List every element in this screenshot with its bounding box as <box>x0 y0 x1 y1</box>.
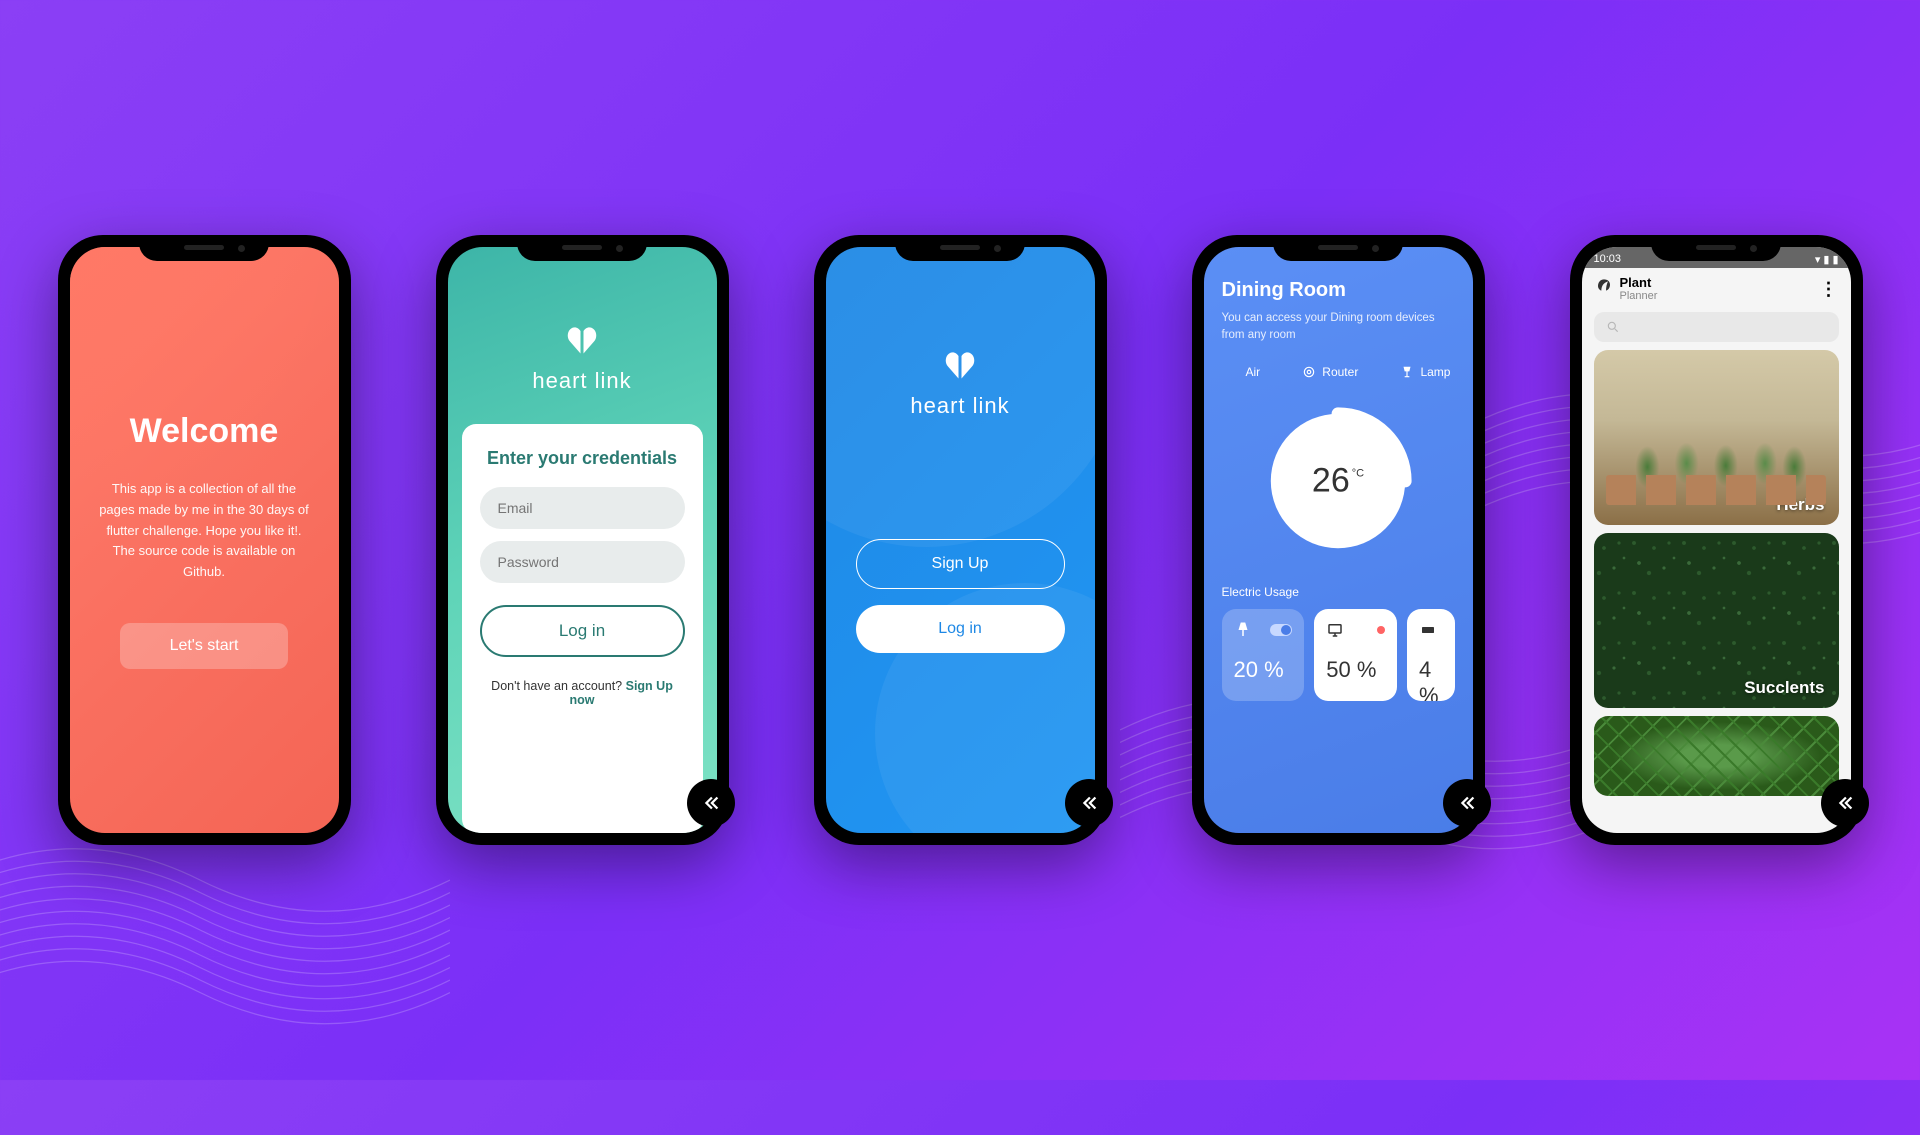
signup-button[interactable]: Sign Up <box>856 539 1065 589</box>
ac-icon <box>1226 365 1240 379</box>
usage-card[interactable]: 20 % <box>1222 609 1305 701</box>
brand-name: heart link <box>532 368 631 394</box>
notch <box>1651 235 1781 261</box>
notch <box>517 235 647 261</box>
notch <box>139 235 269 261</box>
more-icon[interactable]: ⋮ <box>1820 279 1837 300</box>
heart-icon <box>942 347 978 383</box>
category-card[interactable] <box>1594 716 1839 796</box>
usage-percent: 20 % <box>1234 657 1293 683</box>
tab-label: Lamp <box>1420 365 1450 379</box>
temperature-dial[interactable]: 26°C <box>1258 401 1418 561</box>
category-label: Herbs <box>1776 495 1824 515</box>
search-icon <box>1606 320 1620 334</box>
category-label: Succlents <box>1744 678 1824 698</box>
back-fab[interactable] <box>687 779 735 827</box>
brand-name: heart link <box>910 393 1009 419</box>
status-time: 10:03 <box>1594 253 1622 266</box>
phone-login-form: heart link Enter your credentials Log in… <box>436 235 729 845</box>
usage-percent: 4 % <box>1419 657 1443 701</box>
usage-percent: 50 % <box>1326 657 1385 683</box>
back-fab[interactable] <box>1821 779 1869 827</box>
signup-prompt: Don't have an account? Sign Up now <box>480 679 685 707</box>
search-input[interactable] <box>1594 312 1839 342</box>
app-subtitle: Planner <box>1620 290 1658 302</box>
welcome-description: This app is a collection of all the page… <box>95 479 314 583</box>
tab-router[interactable]: Router <box>1302 365 1358 379</box>
back-fab[interactable] <box>1065 779 1113 827</box>
leaf-icon <box>1596 278 1612 294</box>
room-subtitle: You can access your Dining room devices … <box>1222 310 1455 345</box>
lamp-icon <box>1400 365 1414 379</box>
signal-icon: ▮ <box>1823 253 1829 266</box>
welcome-title: Welcome <box>95 412 314 451</box>
app-name: Plant <box>1620 276 1658 290</box>
phone-plant-planner: 10:03 ▾ ▮ ▮ Plant Planner ⋮ Herbs <box>1570 235 1863 845</box>
tab-air[interactable]: Air <box>1226 365 1261 379</box>
room-title: Dining Room <box>1222 279 1455 302</box>
notch <box>1273 235 1403 261</box>
category-card-herbs[interactable]: Herbs <box>1594 350 1839 525</box>
device-icon <box>1326 621 1344 639</box>
phone-auth-landing: heart link Sign Up Log in <box>814 235 1107 845</box>
usage-card[interactable]: 50 % <box>1314 609 1397 701</box>
toggle-switch[interactable] <box>1363 624 1385 636</box>
lets-start-button[interactable]: Let's start <box>120 623 289 669</box>
email-field[interactable] <box>480 487 685 529</box>
login-button[interactable]: Log in <box>480 605 685 657</box>
usage-card[interactable]: 4 % <box>1407 609 1455 701</box>
lamp-icon <box>1234 621 1252 639</box>
tab-lamp[interactable]: Lamp <box>1400 365 1450 379</box>
battery-icon: ▮ <box>1832 253 1838 266</box>
heart-icon <box>564 322 600 358</box>
phone-welcome: Welcome This app is a collection of all … <box>58 235 351 845</box>
usage-label: Electric Usage <box>1222 585 1455 599</box>
device-icon <box>1419 621 1437 639</box>
phone-smart-home: Dining Room You can access your Dining r… <box>1192 235 1485 845</box>
router-icon <box>1302 365 1316 379</box>
tab-label: Air <box>1246 365 1261 379</box>
toggle-switch[interactable] <box>1270 624 1292 636</box>
back-fab[interactable] <box>1443 779 1491 827</box>
category-card-succulents[interactable]: Succlents <box>1594 533 1839 708</box>
tab-label: Router <box>1322 365 1358 379</box>
login-button[interactable]: Log in <box>856 605 1065 653</box>
password-field[interactable] <box>480 541 685 583</box>
credentials-title: Enter your credentials <box>480 448 685 469</box>
temperature-value: 26°C <box>1312 461 1364 500</box>
wifi-icon: ▾ <box>1815 253 1821 266</box>
notch <box>895 235 1025 261</box>
